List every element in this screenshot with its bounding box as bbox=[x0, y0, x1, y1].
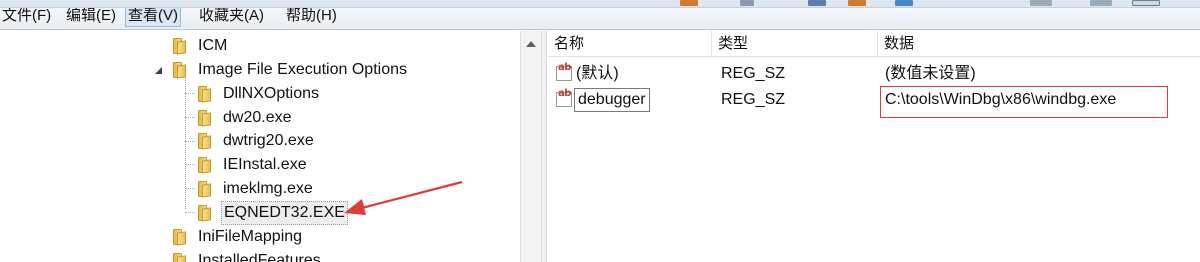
toolbar-icon[interactable] bbox=[680, 0, 698, 6]
pane-splitter[interactable] bbox=[541, 31, 547, 262]
menu-bar: 文件(F) 编辑(E) 查看(V) 收藏夹(A) 帮助(H) bbox=[0, 8, 1200, 30]
folder-icon bbox=[197, 181, 213, 198]
tree-node-dllnxoptions[interactable]: DllNXOptions bbox=[197, 83, 321, 105]
menu-view[interactable]: 查看(V) bbox=[125, 8, 181, 27]
folder-icon bbox=[197, 86, 213, 103]
column-header-data[interactable]: 数据 bbox=[878, 31, 1200, 57]
folder-icon bbox=[172, 38, 188, 55]
tree-line bbox=[185, 93, 195, 94]
tree-node-icm[interactable]: ICM bbox=[154, 35, 229, 57]
tree-node-eqnedt32[interactable]: EQNEDT32.EXE bbox=[197, 201, 348, 225]
toolbar-icon[interactable] bbox=[1132, 0, 1160, 6]
tree-line bbox=[185, 212, 195, 213]
registry-values-pane[interactable]: 名称 类型 数据 ab (默认) REG_SZ (数值未设置) ab debug… bbox=[548, 31, 1200, 262]
menu-edit[interactable]: 编辑(E) bbox=[64, 8, 118, 26]
folder-icon bbox=[197, 110, 213, 127]
tree-node-dwtrig20[interactable]: dwtrig20.exe bbox=[197, 130, 316, 152]
column-header-type[interactable]: 类型 bbox=[712, 31, 878, 57]
tree-node-dw20[interactable]: dw20.exe bbox=[197, 107, 294, 129]
value-type: REG_SZ bbox=[721, 91, 786, 108]
tree-node-inifilemapping[interactable]: IniFileMapping bbox=[154, 226, 304, 248]
toolbar-icon[interactable] bbox=[1090, 0, 1112, 6]
tree-node-installedfeatures[interactable]: InstalledFeatures bbox=[154, 250, 323, 262]
values-header-row: 名称 类型 数据 bbox=[548, 31, 1200, 57]
tree-node-label: IniFileMapping bbox=[198, 228, 303, 245]
toolbar-icon[interactable] bbox=[808, 0, 826, 6]
expand-arrow-icon[interactable] bbox=[154, 255, 164, 262]
column-header-name[interactable]: 名称 bbox=[548, 31, 712, 57]
tree-node-image-file-execution-options[interactable]: Image File Execution Options bbox=[154, 59, 409, 81]
tree-node-label: DllNXOptions bbox=[223, 85, 320, 102]
string-value-icon: ab bbox=[556, 62, 572, 81]
folder-icon bbox=[197, 205, 213, 222]
tree-line bbox=[185, 117, 195, 118]
annotation-highlight-box bbox=[880, 86, 1168, 118]
tree-node-label: EQNEDT32.EXE bbox=[221, 201, 348, 225]
value-type: REG_SZ bbox=[721, 65, 786, 82]
tree-line bbox=[185, 164, 195, 165]
toolbar-icon[interactable] bbox=[848, 0, 866, 6]
value-name-edit-field[interactable]: debugger bbox=[574, 88, 650, 112]
folder-icon bbox=[197, 157, 213, 174]
value-name: (默认) bbox=[576, 65, 619, 82]
tree-node-label: dw20.exe bbox=[223, 109, 292, 126]
tree-node-label: ICM bbox=[198, 37, 228, 54]
tree-node-label: dwtrig20.exe bbox=[223, 132, 314, 149]
folder-icon bbox=[172, 253, 188, 262]
expand-arrow-icon[interactable] bbox=[154, 231, 164, 243]
folder-open-icon bbox=[172, 62, 188, 79]
toolbar-icon[interactable] bbox=[1030, 0, 1052, 6]
tree-scrollbar[interactable] bbox=[520, 31, 541, 262]
tree-node-label: imeklmg.exe bbox=[223, 180, 313, 197]
folder-icon bbox=[197, 133, 213, 150]
string-value-icon: ab bbox=[556, 88, 572, 107]
collapse-arrow-icon[interactable] bbox=[154, 65, 164, 75]
toolbar-icon[interactable] bbox=[895, 0, 913, 6]
toolbar-icon[interactable] bbox=[740, 0, 754, 6]
tree-node-label: IEInstal.exe bbox=[223, 156, 307, 173]
tree-node-label: InstalledFeatures bbox=[198, 252, 321, 262]
tree-line bbox=[185, 188, 195, 189]
menu-help[interactable]: 帮助(H) bbox=[284, 8, 339, 26]
folder-icon bbox=[172, 229, 188, 246]
scroll-up-arrow-icon[interactable] bbox=[526, 41, 536, 47]
menu-favorites[interactable]: 收藏夹(A) bbox=[197, 8, 266, 26]
toolbar-strip bbox=[0, 0, 1200, 8]
menu-file[interactable]: 文件(F) bbox=[0, 8, 53, 26]
tree-node-imeklmg[interactable]: imeklmg.exe bbox=[197, 178, 315, 200]
tree-node-label: Image File Execution Options bbox=[198, 61, 407, 78]
registry-tree-pane[interactable]: ICM Image File Execution Options DllNXOp… bbox=[0, 31, 541, 262]
value-row[interactable]: ab (默认) REG_SZ (数值未设置) bbox=[548, 62, 1200, 86]
value-data: (数值未设置) bbox=[885, 65, 976, 82]
expand-arrow-icon[interactable] bbox=[154, 40, 164, 52]
tree-node-ieinstal[interactable]: IEInstal.exe bbox=[197, 154, 309, 176]
tree-line bbox=[185, 141, 195, 142]
